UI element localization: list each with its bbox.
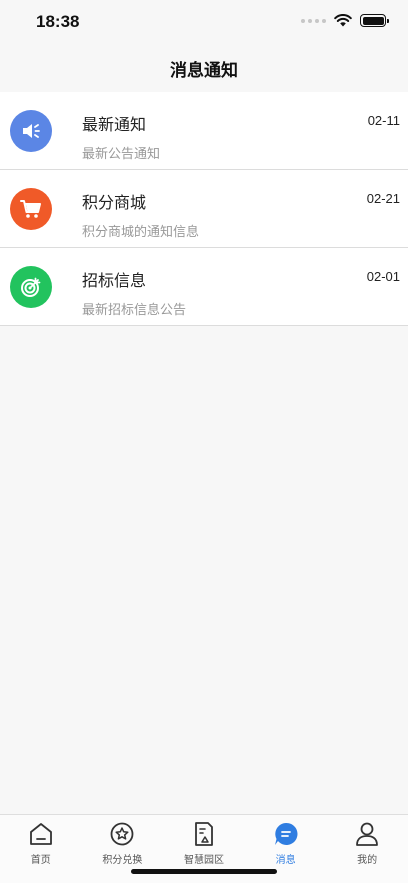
list-item-latest-notice[interactable]: 最新通知 最新公告通知 02-11 bbox=[0, 92, 408, 170]
message-date: 02-01 bbox=[366, 269, 400, 284]
message-title: 积分商城 bbox=[82, 193, 147, 212]
nav-bar: 消息通知 bbox=[0, 44, 408, 92]
page-title: 消息通知 bbox=[170, 60, 238, 81]
message-date: 02-11 bbox=[367, 113, 400, 128]
target-icon bbox=[10, 266, 52, 308]
cart-icon bbox=[10, 188, 52, 230]
message-title: 招标信息 bbox=[82, 271, 147, 290]
tab-label: 智慧园区 bbox=[183, 855, 224, 866]
home-indicator bbox=[131, 869, 277, 874]
list-item-points-mall[interactable]: 积分商城 积分商城的通知信息 02-21 bbox=[0, 170, 408, 248]
wifi-icon bbox=[334, 14, 352, 27]
message-subtitle: 积分商城的通知信息 bbox=[82, 225, 200, 240]
megaphone-icon bbox=[10, 110, 52, 152]
tab-label: 积分兑换 bbox=[102, 855, 143, 866]
tab-label: 我的 bbox=[357, 855, 378, 866]
status-indicators bbox=[301, 14, 389, 27]
tab-label: 消息 bbox=[275, 855, 296, 866]
message-icon bbox=[274, 822, 298, 845]
message-list: 最新通知 最新公告通知 02-11 积分商城 积分商城的通知信息 02-21 招… bbox=[0, 92, 408, 326]
star-icon bbox=[110, 822, 134, 846]
user-icon bbox=[356, 822, 379, 846]
document-icon bbox=[195, 822, 213, 846]
message-subtitle: 最新招标信息公告 bbox=[82, 303, 187, 318]
tab-mine[interactable]: 我的 bbox=[326, 815, 408, 883]
signal-icon bbox=[301, 18, 326, 23]
tab-home[interactable]: 首页 bbox=[0, 815, 82, 883]
message-subtitle: 最新公告通知 bbox=[82, 147, 161, 162]
message-title: 最新通知 bbox=[82, 115, 147, 134]
home-icon bbox=[29, 823, 52, 845]
tab-label: 首页 bbox=[30, 855, 51, 866]
list-item-bidding-info[interactable]: 招标信息 最新招标信息公告 02-01 bbox=[0, 248, 408, 326]
message-date: 02-21 bbox=[366, 191, 400, 206]
status-bar: 18:38 bbox=[0, 0, 408, 44]
status-time: 18:38 bbox=[36, 12, 80, 31]
battery-icon bbox=[360, 14, 389, 27]
